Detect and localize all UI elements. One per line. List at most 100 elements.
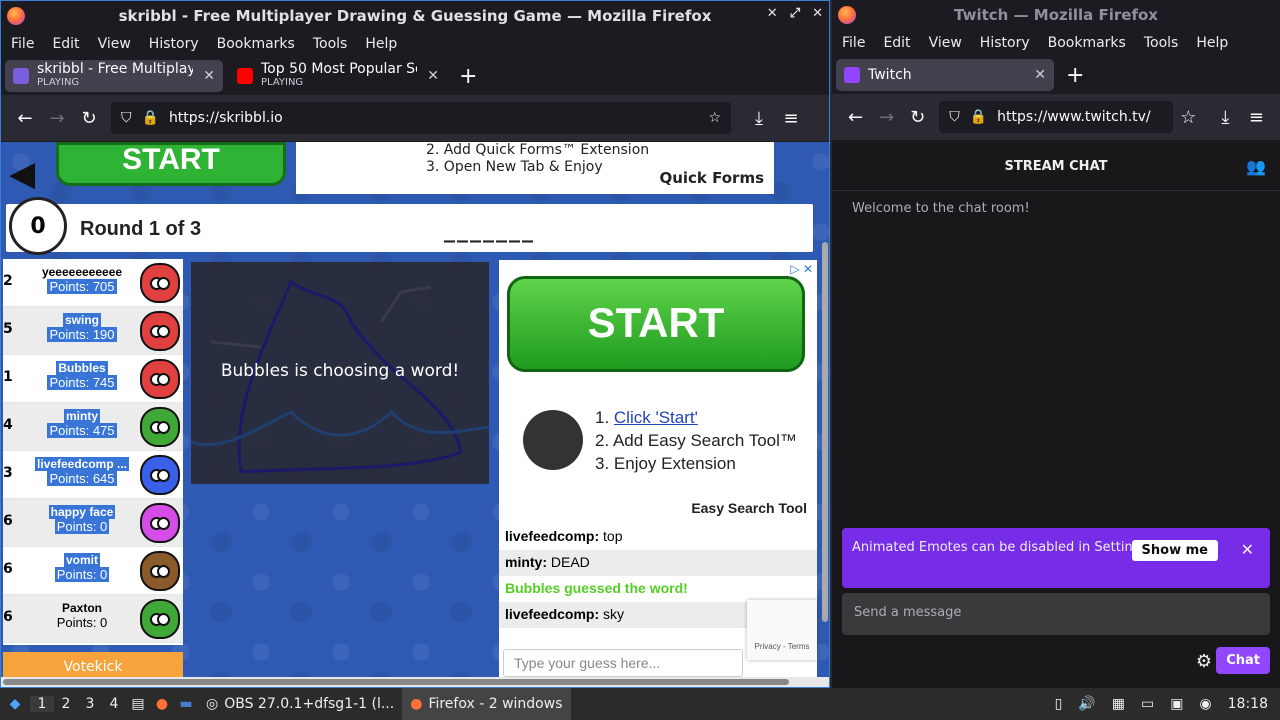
volume-icon[interactable]: 🔊: [1078, 696, 1095, 712]
maximize-icon[interactable]: ⤢: [790, 6, 800, 21]
player-row[interactable]: 4 minty Points: 475: [3, 403, 183, 451]
drawing-canvas[interactable]: Bubbles is choosing a word!: [191, 262, 489, 484]
player-list: 2 yeeeeeeeeeee Points: 705 5 swing Point…: [3, 259, 183, 645]
network-icon[interactable]: ◉: [1199, 696, 1211, 712]
ad-step-2: 2. Add Easy Search Tool™: [595, 431, 797, 450]
clipboard-icon[interactable]: ▦: [1112, 696, 1125, 712]
menu-tools[interactable]: Tools: [1144, 35, 1179, 51]
player-rank: 1: [3, 369, 13, 385]
menu-bookmarks[interactable]: Bookmarks: [1048, 35, 1126, 51]
tab-bar: skribbl - Free Multiplayer PLAYING ✕ Top …: [1, 57, 829, 95]
send-message-input[interactable]: Send a message: [842, 593, 1270, 635]
download-icon[interactable]: ⤓: [1210, 107, 1241, 128]
folder-icon[interactable]: ▬: [174, 696, 198, 712]
recaptcha-badge[interactable]: Privacy - Terms: [747, 600, 817, 660]
menu-bar: File Edit View History Bookmarks Tools H…: [1, 31, 829, 57]
forward-icon[interactable]: →: [871, 107, 902, 128]
tab-playing: PLAYING: [261, 77, 304, 88]
menu-file[interactable]: File: [842, 35, 865, 51]
close-tab-icon[interactable]: ✕: [1034, 67, 1046, 83]
window-titlebar: Twitch — Mozilla Firefox: [832, 0, 1280, 30]
gear-icon[interactable]: ⚙: [1196, 651, 1212, 672]
window-titlebar: skribbl - Free Multiplayer Drawing & Gue…: [1, 1, 829, 31]
new-tab-icon[interactable]: +: [459, 64, 477, 89]
menu-help[interactable]: Help: [365, 36, 397, 52]
player-row[interactable]: 5 swing Points: 190: [3, 307, 183, 355]
firefox-icon[interactable]: ●: [150, 696, 174, 712]
notification-icon[interactable]: ▣: [1170, 696, 1183, 712]
forward-icon[interactable]: →: [41, 108, 73, 129]
top-ad-banner[interactable]: 2. Add Quick Forms™ Extension 3. Open Ne…: [296, 142, 774, 194]
player-points: Points: 0: [54, 519, 110, 534]
player-row[interactable]: 3 livefeedcomp ... Points: 645: [3, 451, 183, 499]
workspace-2[interactable]: 2: [54, 696, 78, 712]
tab-skribbl[interactable]: skribbl - Free Multiplayer PLAYING ✕: [5, 60, 223, 92]
ad-step-2: 2. Add Quick Forms™ Extension: [426, 142, 650, 158]
menu-view[interactable]: View: [929, 35, 962, 51]
player-avatar: [140, 407, 180, 447]
vertical-scrollbar[interactable]: [822, 242, 828, 622]
new-tab-icon[interactable]: +: [1066, 63, 1084, 88]
menu-icon[interactable]: ≡: [1241, 107, 1272, 128]
ad-close-icon[interactable]: ▷ ✕: [790, 262, 813, 276]
back-icon[interactable]: ←: [9, 108, 41, 129]
close-icon[interactable]: ✕: [1241, 540, 1254, 559]
chat-button[interactable]: Chat: [1216, 647, 1270, 674]
guess-input[interactable]: Type your guess here...: [503, 649, 743, 677]
horizontal-scrollbar[interactable]: [1, 677, 829, 687]
player-row[interactable]: 1 Bubbles Points: 745: [3, 355, 183, 403]
reload-icon[interactable]: ↻: [902, 107, 933, 128]
download-icon[interactable]: ⤓: [743, 108, 775, 129]
menu-history[interactable]: History: [980, 35, 1030, 51]
reload-icon[interactable]: ↻: [73, 108, 105, 129]
bookmark-star-icon[interactable]: ☆: [708, 110, 721, 126]
player-row[interactable]: 2 yeeeeeeeeeee Points: 705: [3, 259, 183, 307]
menu-icon[interactable]: ≡: [775, 108, 807, 129]
bookmark-star-icon[interactable]: ☆: [1173, 107, 1204, 128]
player-name: Bubbles: [56, 361, 108, 375]
menu-tools[interactable]: Tools: [313, 36, 348, 52]
close-tab-icon[interactable]: ✕: [203, 68, 215, 84]
file-manager-icon[interactable]: ▤: [126, 696, 150, 712]
menu-file[interactable]: File: [11, 36, 34, 52]
show-me-button[interactable]: Show me: [1131, 540, 1218, 561]
workspace-3[interactable]: 3: [78, 696, 102, 712]
taskbar-obs[interactable]: ◎ OBS 27.0.1+dfsg1-1 (l...: [198, 688, 402, 720]
close-tab-icon[interactable]: ✕: [427, 68, 439, 84]
workspace-4[interactable]: 4: [102, 696, 126, 712]
display-icon[interactable]: ▭: [1141, 696, 1154, 712]
search-globe-icon: [523, 410, 583, 470]
menu-edit[interactable]: Edit: [52, 36, 79, 52]
url-bar[interactable]: ⛉ 🔒 https://www.twitch.tv/: [939, 101, 1173, 133]
taskbar-firefox[interactable]: ● Firefox - 2 windows: [402, 688, 571, 720]
back-icon[interactable]: ←: [840, 107, 871, 128]
menu-edit[interactable]: Edit: [883, 35, 910, 51]
player-row[interactable]: 6 Paxton Points: 0: [3, 595, 183, 643]
menu-help[interactable]: Help: [1196, 35, 1228, 51]
menu-view[interactable]: View: [98, 36, 131, 52]
player-avatar: [140, 455, 180, 495]
player-row[interactable]: 6 happy face Points: 0: [3, 499, 183, 547]
menu-history[interactable]: History: [149, 36, 199, 52]
battery-icon[interactable]: ▯: [1055, 696, 1063, 712]
skribbl-icon: [13, 68, 29, 84]
player-avatar: [140, 503, 180, 543]
side-ad[interactable]: ▷ ✕ START 1. Click 'Start' 2. Add Easy S…: [499, 260, 817, 524]
tab-youtube[interactable]: Top 50 Most Popular SongPLAYING ✕: [229, 60, 447, 92]
menu-bookmarks[interactable]: Bookmarks: [217, 36, 295, 52]
player-row[interactable]: 6 vomit Points: 0: [3, 547, 183, 595]
player-name: swing: [62, 313, 101, 327]
tab-bar: Twitch ✕ +: [832, 56, 1280, 94]
top-ad-start-button[interactable]: START: [56, 142, 286, 186]
close-icon[interactable]: ✕: [812, 6, 823, 21]
player-points: Points: 475: [47, 423, 117, 438]
workspace-1[interactable]: 1: [30, 696, 54, 712]
ad-start-button[interactable]: START: [507, 276, 805, 372]
start-menu-icon[interactable]: ◆: [0, 696, 30, 712]
sound-icon[interactable]: ◀: [9, 154, 49, 194]
tab-twitch[interactable]: Twitch ✕: [836, 59, 1054, 91]
minimize-icon[interactable]: ✕: [767, 6, 778, 21]
ad-click-start-link[interactable]: Click 'Start': [614, 408, 698, 427]
users-icon[interactable]: 👥: [1246, 143, 1266, 191]
url-bar[interactable]: ⛉ 🔒 https://skribbl.io ☆: [111, 102, 731, 134]
